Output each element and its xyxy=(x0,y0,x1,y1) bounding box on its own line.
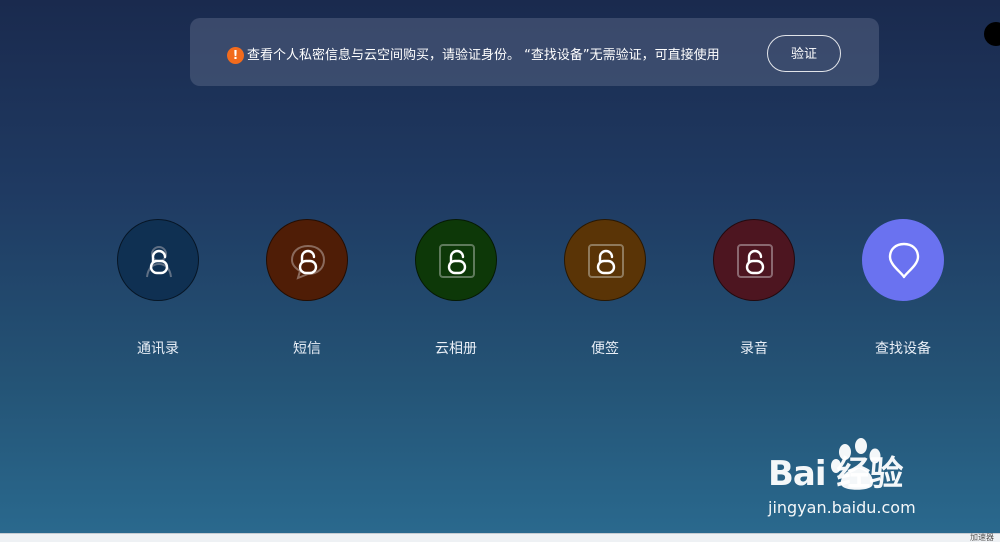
app-grid: 通讯录 短信 云相册 便签 录音 查找设备 xyxy=(0,218,1000,368)
lock-contacts-icon xyxy=(117,219,199,301)
app-gallery[interactable]: 云相册 xyxy=(401,218,511,368)
app-label: 短信 xyxy=(293,341,321,357)
lock-notes-icon xyxy=(564,219,646,301)
app-label: 录音 xyxy=(740,341,768,357)
lock-recorder-icon xyxy=(713,219,795,301)
verify-button[interactable]: 验证 xyxy=(767,35,841,72)
watermark-url: jingyan.baidu.com xyxy=(768,498,916,517)
app-label: 云相册 xyxy=(435,341,477,357)
corner-dot xyxy=(984,22,1000,46)
app-recorder[interactable]: 录音 xyxy=(699,218,809,368)
banner-message: 查看个人私密信息与云空间购买，请验证身份。 “查找设备”无需验证，可直接使用 xyxy=(247,48,720,63)
lock-message-icon xyxy=(266,219,348,301)
app-contacts[interactable]: 通讯录 xyxy=(103,218,213,368)
status-strip: 加速器 xyxy=(0,533,1000,542)
lock-gallery-icon xyxy=(415,219,497,301)
exclamation-icon: ! xyxy=(227,47,244,64)
app-notes[interactable]: 便签 xyxy=(550,218,660,368)
app-label: 通讯录 xyxy=(137,341,179,357)
watermark-logo: Bai 经验 xyxy=(768,454,903,494)
baidu-watermark: Bai 经验 jingyan.baidu.com xyxy=(766,436,956,526)
app-find-device[interactable]: 查找设备 xyxy=(848,218,958,368)
app-label: 便签 xyxy=(591,341,619,357)
location-pin-icon xyxy=(862,219,944,301)
app-sms[interactable]: 短信 xyxy=(252,218,362,368)
status-strip-text: 加速器 xyxy=(970,533,994,542)
app-label: 查找设备 xyxy=(875,341,931,357)
verification-banner: ! 查看个人私密信息与云空间购买，请验证身份。 “查找设备”无需验证，可直接使用… xyxy=(190,18,879,86)
